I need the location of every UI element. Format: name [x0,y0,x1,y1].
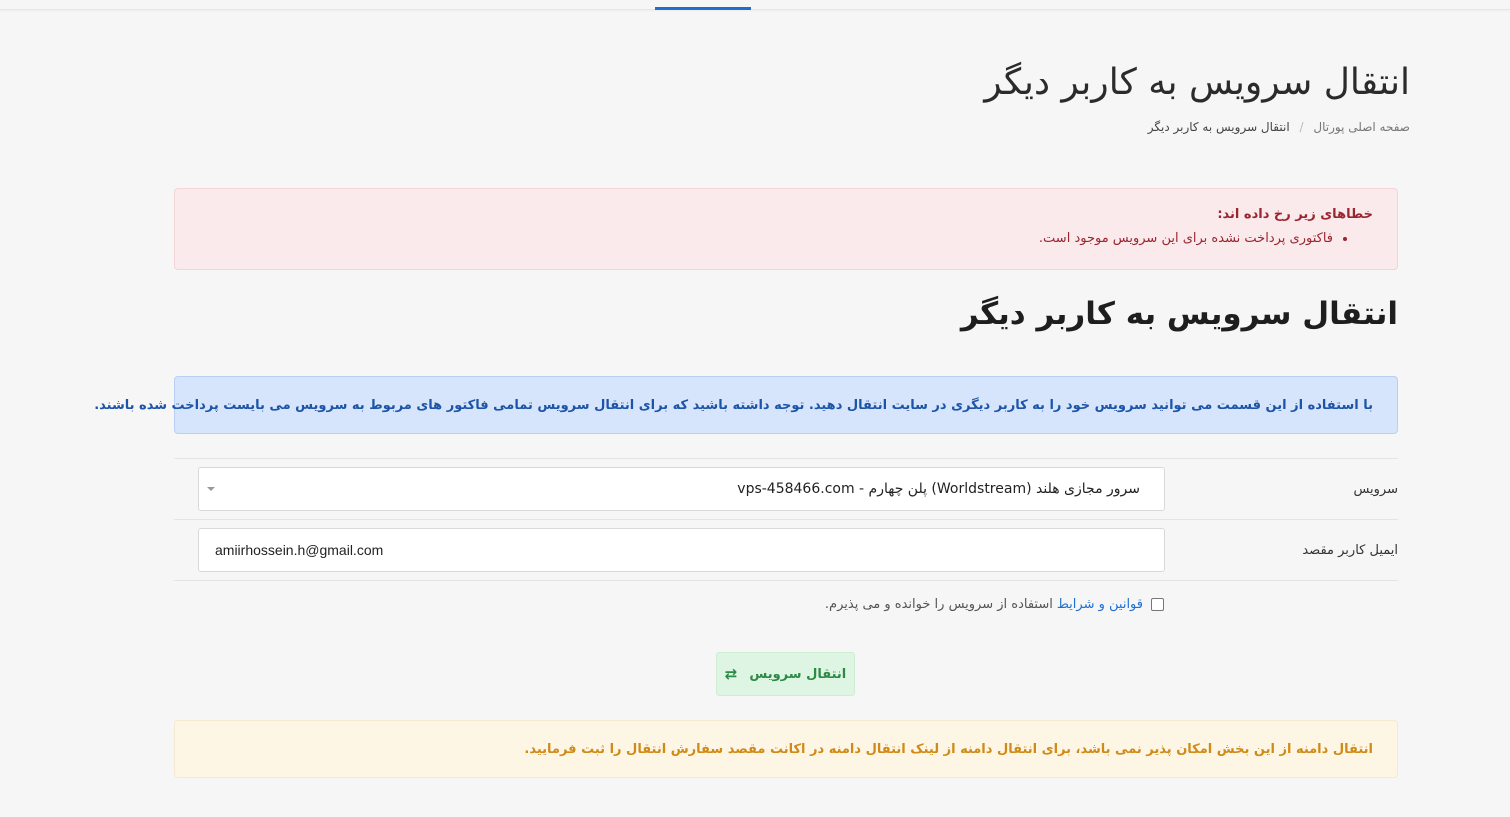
terms-row: قوانین و شرایط استفاده از سرویس را خواند… [825,597,1164,612]
info-alert: با استفاده از این قسمت می توانید سرویس خ… [94,376,1398,434]
error-alert-title: خطاهای زیر رخ داده اند: [1217,207,1373,222]
service-select-value: سرور مجازی هلند (Worldstream) پلن چهارم … [737,481,1140,497]
error-alert: خطاهای زیر رخ داده اند: فاکتوری پرداخت ن… [174,188,1398,270]
terms-checkbox[interactable] [1151,598,1164,611]
email-field[interactable] [198,528,1165,572]
service-label: سرویس [1353,482,1398,497]
terms-text: استفاده از سرویس را خوانده و می پذیرم. [824,597,1053,612]
form-divider [174,580,1398,581]
email-form-row: ایمیل کاربر مقصد [174,519,1398,581]
swap-arrows-icon: ⇄ [724,665,738,683]
active-tab-indicator[interactable] [655,7,751,10]
service-form-row: سرویس سرور مجازی هلند (Worldstream) پلن … [174,458,1398,520]
breadcrumb-separator: / [1299,120,1304,134]
breadcrumb-home-link[interactable]: صفحه اصلی پورتال [1313,120,1410,134]
terms-link[interactable]: قوانین و شرایط [1057,597,1143,612]
chevron-down-icon [207,487,215,491]
transfer-service-button-label: انتقال سرویس [749,666,847,682]
email-label: ایمیل کاربر مقصد [1302,543,1398,558]
page-title: انتقال سرویس به کاربر دیگر [984,62,1410,103]
section-title: انتقال سرویس به کاربر دیگر [960,296,1398,332]
service-select[interactable]: سرور مجازی هلند (Worldstream) پلن چهارم … [198,467,1165,511]
transfer-service-button[interactable]: انتقال سرویس ⇄ [716,652,855,696]
breadcrumb-current: انتقال سرویس به کاربر دیگر [1147,120,1290,134]
error-list: فاکتوری پرداخت نشده برای این سرویس موجود… [199,231,1373,246]
warning-alert: انتقال دامنه از این بخش امکان پذیر نمی ب… [174,720,1398,778]
breadcrumb: صفحه اصلی پورتال / انتقال سرویس به کاربر… [1148,120,1410,134]
error-item: فاکتوری پرداخت نشده برای این سرویس موجود… [199,231,1333,246]
top-nav-bar [0,0,1510,10]
